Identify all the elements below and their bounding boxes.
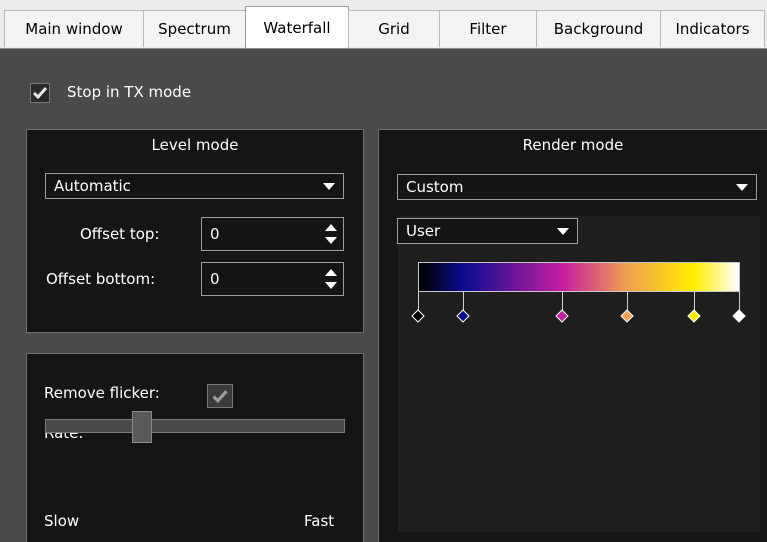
gradient-stop-line xyxy=(626,292,628,310)
gradient-stop-line xyxy=(418,292,419,310)
gradient-stop-marker[interactable] xyxy=(411,309,425,323)
gradient-stop-line xyxy=(462,292,464,310)
gradient-stop-line xyxy=(739,292,740,310)
fast-label: Fast xyxy=(304,512,335,530)
chevron-down-icon xyxy=(557,228,569,235)
checkmark-icon xyxy=(32,87,48,100)
slow-label: Slow xyxy=(44,512,80,530)
stop-in-tx-checkbox[interactable] xyxy=(30,83,50,103)
palette-value: User xyxy=(406,222,441,240)
tab-grid[interactable]: Grid xyxy=(348,10,440,47)
spin-up-icon[interactable] xyxy=(325,269,337,276)
gradient-stop-marker[interactable] xyxy=(456,309,470,323)
chevron-down-icon xyxy=(736,184,748,191)
tab-background[interactable]: Background xyxy=(536,10,661,47)
render-mode-value: Custom xyxy=(406,178,464,196)
checkmark-icon xyxy=(212,389,228,403)
gradient-stop-marker[interactable] xyxy=(687,309,701,323)
spin-up-icon[interactable] xyxy=(325,224,337,231)
tab-main-window[interactable]: Main window xyxy=(4,10,144,47)
level-mode-title: Level mode xyxy=(151,136,239,154)
gradient-stop-marker[interactable] xyxy=(555,309,570,323)
offset-bottom-label: Offset bottom: xyxy=(46,270,156,288)
remove-flicker-checkbox[interactable] xyxy=(207,384,233,408)
chevron-down-icon xyxy=(323,183,335,190)
gradient-stop-line xyxy=(694,292,696,310)
render-mode-combo[interactable]: Custom xyxy=(397,174,757,200)
palette-gradient-bar xyxy=(418,262,740,292)
stop-in-tx-label: Stop in TX mode xyxy=(67,83,192,101)
tab-bar: Main window Spectrum Waterfall Grid Filt… xyxy=(0,0,767,48)
render-mode-title: Render mode xyxy=(522,136,624,154)
gradient-stop-line xyxy=(562,292,564,310)
remove-flicker-label: Remove flicker: xyxy=(44,384,160,402)
tab-indicators[interactable]: Indicators xyxy=(660,10,765,47)
tab-spectrum[interactable]: Spectrum xyxy=(143,10,246,47)
palette-combo[interactable]: User xyxy=(397,218,578,244)
tab-filter[interactable]: Filter xyxy=(439,10,537,47)
level-mode-combo[interactable]: Automatic xyxy=(45,173,344,199)
spin-down-icon[interactable] xyxy=(325,282,337,289)
gradient-stop-marker[interactable] xyxy=(732,309,746,323)
offset-top-spinbox[interactable]: 0 xyxy=(201,217,344,251)
tab-waterfall[interactable]: Waterfall xyxy=(245,6,349,48)
level-mode-value: Automatic xyxy=(54,177,131,195)
offset-top-label: Offset top: xyxy=(80,225,160,243)
offset-bottom-value: 0 xyxy=(210,270,220,288)
rate-slider-track[interactable] xyxy=(45,419,345,433)
gradient-stop-marker[interactable] xyxy=(619,309,634,323)
offset-top-value: 0 xyxy=(210,225,220,243)
spin-down-icon[interactable] xyxy=(325,237,337,244)
offset-bottom-spinbox[interactable]: 0 xyxy=(201,262,344,296)
rate-slider-handle[interactable] xyxy=(131,411,152,443)
